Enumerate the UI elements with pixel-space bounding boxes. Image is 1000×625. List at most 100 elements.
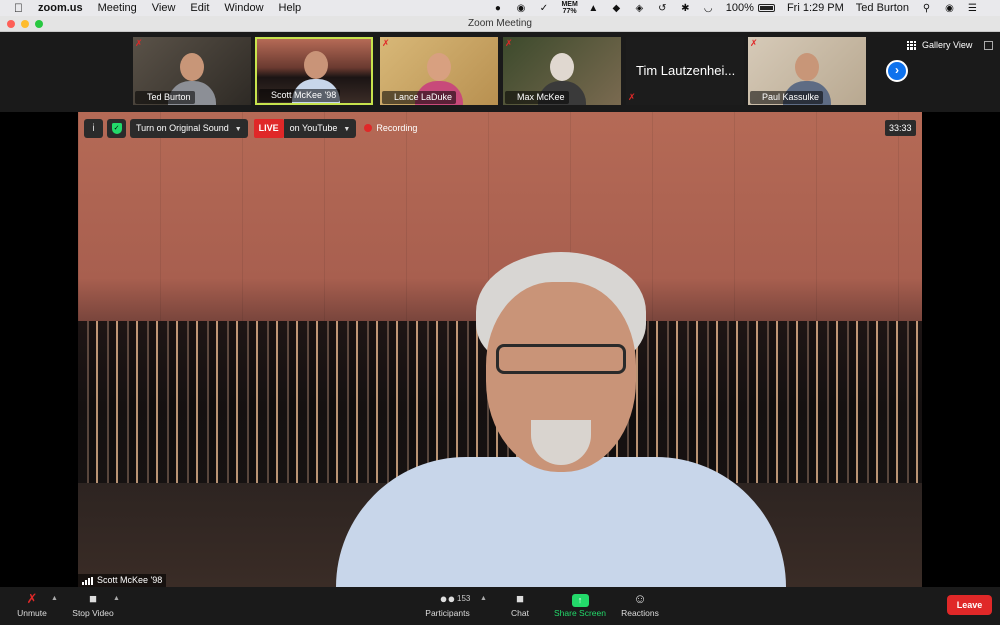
next-page-chevron-icon[interactable]: ›: [886, 60, 908, 82]
muted-icon: ✗: [505, 38, 513, 48]
sync-icon[interactable]: ◉: [515, 3, 526, 14]
bluetooth-icon[interactable]: ✱: [680, 3, 691, 14]
active-speaker-video[interactable]: [78, 112, 922, 587]
recording-indicator[interactable]: Recording: [364, 123, 417, 133]
youtube-label: on YouTube: [289, 122, 338, 133]
participant-strip: ✗ Ted Burton Scott McKee '98 ✗ Lance LaD…: [0, 32, 1000, 112]
menu-bar-clock[interactable]: Fri 1:29 PM: [787, 2, 844, 14]
participant-tile[interactable]: ✗ Lance LaDuke: [380, 37, 498, 105]
menu-app-zoom[interactable]: zoom.us: [38, 0, 83, 16]
participant-tile[interactable]: ✗ Max McKee: [503, 37, 621, 105]
original-sound-button[interactable]: Turn on Original Sound ▼: [130, 118, 248, 138]
muted-icon: ✗: [135, 38, 143, 48]
menu-bar-user[interactable]: Ted Burton: [856, 2, 909, 14]
participant-head: [180, 53, 204, 81]
siri-icon[interactable]: ◉: [944, 3, 955, 14]
unmute-label: Unmute: [17, 608, 47, 618]
window-title-bar: Zoom Meeting: [0, 16, 1000, 32]
participant-count-badge: 153: [457, 594, 471, 603]
participant-head: [427, 53, 451, 81]
shield-icon: ✓: [111, 122, 122, 134]
spotlight-search-icon[interactable]: ⚲: [921, 3, 932, 14]
active-speaker-name: Scott McKee '98: [97, 575, 163, 585]
script-icon[interactable]: ✓: [538, 3, 549, 14]
participant-name: Scott McKee '98: [259, 89, 341, 102]
video-options-chevron-icon[interactable]: ▲: [113, 595, 120, 602]
participant-name: Tim Lautzenhei...: [636, 63, 736, 78]
info-icon[interactable]: i: [84, 118, 103, 138]
battery-icon[interactable]: [757, 4, 775, 12]
meeting-timer: 33:33: [885, 120, 916, 136]
meeting-status-bar: i ✓ Turn on Original Sound ▼ LIVE on YouT…: [84, 118, 417, 138]
reactions-label: Reactions: [621, 608, 659, 618]
battery-percent: 100%: [725, 2, 754, 14]
participant-tile-no-video[interactable]: Tim Lautzenhei... ✗: [626, 37, 744, 105]
chat-button[interactable]: ■ Chat: [503, 590, 537, 619]
active-speaker-stage: i ✓ Turn on Original Sound ▼ LIVE on YouT…: [0, 112, 1000, 587]
unmute-button[interactable]: ✗ Unmute: [12, 590, 52, 619]
smiley-icon: ☺: [633, 591, 647, 606]
recording-label: Recording: [376, 123, 418, 133]
speaker-glasses: [496, 344, 626, 374]
share-screen-button[interactable]: ↑ Share Screen: [550, 590, 610, 619]
participants-options-chevron-icon[interactable]: ▲: [480, 595, 487, 602]
participant-name: Max McKee: [505, 91, 569, 104]
active-speaker-name-tag: Scott McKee '98: [78, 574, 167, 587]
window-title: Zoom Meeting: [468, 18, 532, 29]
speaker-shirt: [336, 457, 786, 587]
grid-icon: [907, 40, 916, 50]
memory-value: 77%: [562, 8, 577, 15]
security-button[interactable]: ✓: [107, 118, 126, 138]
audio-options-chevron-icon[interactable]: ▲: [51, 595, 58, 602]
muted-icon: ✗: [382, 38, 390, 48]
menu-window[interactable]: Window: [224, 0, 263, 16]
participant-tile[interactable]: ✗ Paul Kassulke: [748, 37, 866, 105]
original-sound-label: Turn on Original Sound: [136, 122, 229, 133]
zoom-tray-icon[interactable]: ●: [492, 3, 503, 14]
window-minimize-button[interactable]: [21, 20, 29, 28]
memory-meter[interactable]: MEM 77%: [561, 1, 577, 15]
notification-center-icon[interactable]: ☰: [967, 3, 978, 14]
participant-head: [304, 51, 328, 79]
participant-name: Lance LaDuke: [382, 91, 457, 104]
time-machine-icon[interactable]: ↺: [657, 3, 668, 14]
wifi-icon[interactable]: ◡: [703, 3, 714, 14]
menu-meeting[interactable]: Meeting: [98, 0, 137, 16]
youtube-stream-button[interactable]: on YouTube ▼: [283, 118, 357, 138]
record-icon: [364, 124, 373, 132]
zoom-meeting-window: ✗ Ted Burton Scott McKee '98 ✗ Lance LaD…: [0, 32, 1000, 625]
chat-label: Chat: [511, 608, 529, 618]
memory-label: MEM: [561, 1, 578, 8]
participant-name: Paul Kassulke: [750, 91, 824, 104]
reactions-button[interactable]: ☺ Reactions: [617, 590, 663, 619]
stop-video-label: Stop Video: [72, 608, 114, 618]
menu-bar-tray: ● ◉ ✓ MEM 77% ▲ ◆ ◈ ↺ ✱ ◡ 100% Fri 1:29 P…: [492, 1, 1000, 15]
menu-view[interactable]: View: [152, 0, 176, 16]
drive-icon[interactable]: ▲: [588, 3, 599, 14]
speaker-figure: [336, 252, 786, 587]
live-badge[interactable]: LIVE: [253, 118, 284, 138]
leave-button[interactable]: Leave: [947, 595, 992, 615]
muted-icon: ✗: [750, 38, 758, 48]
chat-bubble-icon: ■: [516, 591, 524, 606]
chevron-down-icon[interactable]: ▼: [343, 126, 350, 133]
participant-tile[interactable]: ✗ Ted Burton: [133, 37, 251, 105]
stop-video-button[interactable]: ■ Stop Video: [68, 590, 118, 619]
window-maximize-button[interactable]: [35, 20, 43, 28]
creative-cloud-icon[interactable]: ◈: [634, 3, 645, 14]
apple-icon[interactable]: : [14, 0, 28, 16]
muted-icon: ✗: [628, 92, 636, 102]
fullscreen-icon[interactable]: [984, 41, 993, 50]
menu-help[interactable]: Help: [279, 0, 302, 16]
gallery-view-button[interactable]: Gallery View: [907, 40, 972, 50]
meeting-toolbar: ✗ Unmute ▲ ■ Stop Video ▲ ●● Participant…: [0, 587, 1000, 625]
share-screen-label: Share Screen: [554, 608, 606, 618]
menu-edit[interactable]: Edit: [190, 0, 209, 16]
dropbox-icon[interactable]: ◆: [611, 3, 622, 14]
share-screen-icon: ↑: [550, 590, 610, 607]
chevron-down-icon[interactable]: ▼: [235, 126, 242, 133]
video-camera-icon: ■: [89, 591, 97, 606]
participant-tile-active-speaker[interactable]: Scott McKee '98: [255, 37, 373, 105]
participants-label: Participants: [425, 608, 470, 618]
window-close-button[interactable]: [7, 20, 15, 28]
